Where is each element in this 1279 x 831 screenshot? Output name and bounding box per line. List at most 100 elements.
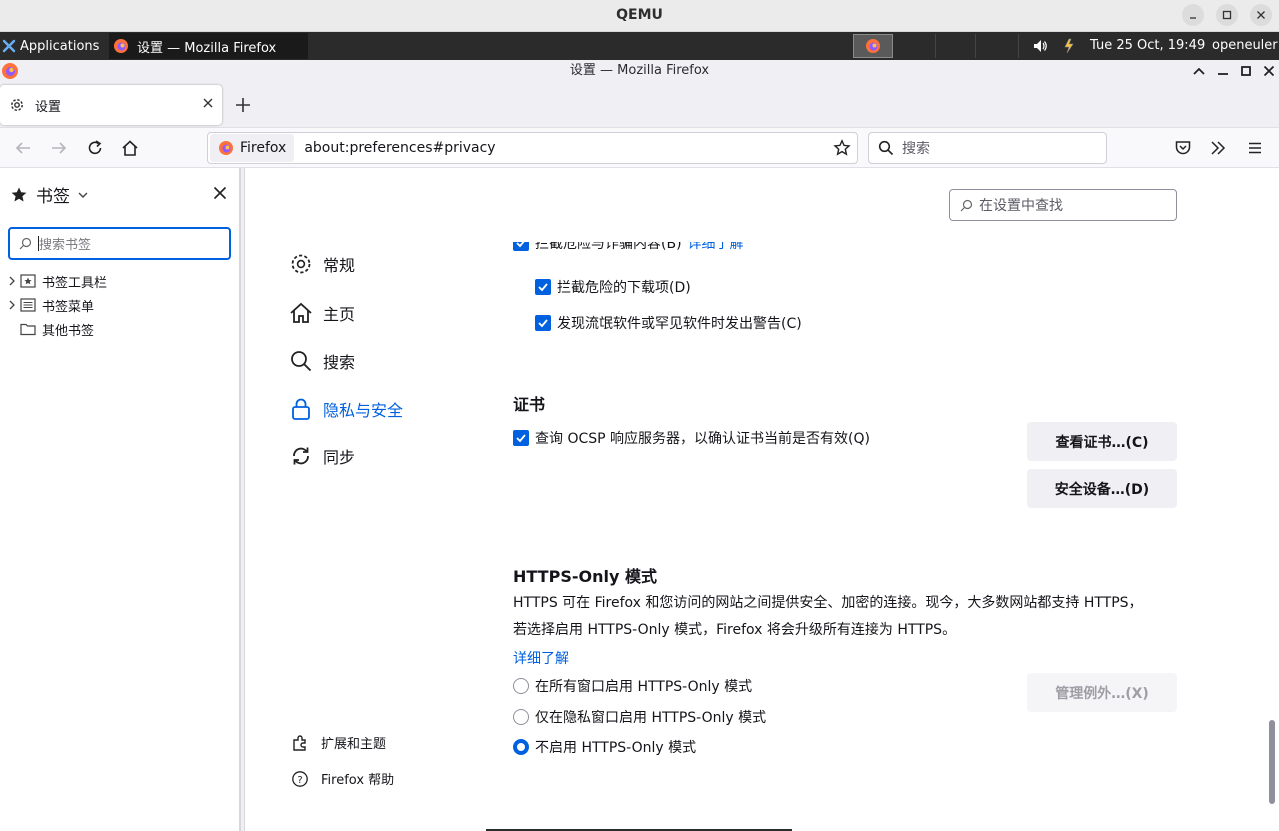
learn-more-link[interactable]: 详细了解 bbox=[688, 242, 744, 253]
workspace-divider bbox=[1018, 34, 1019, 58]
category-privacy-security[interactable]: 隐私与安全 bbox=[289, 393, 403, 425]
bookmarks-toolbar-icon bbox=[18, 274, 38, 288]
applications-menu[interactable]: Applications ⋮ bbox=[0, 32, 116, 60]
search-icon bbox=[291, 351, 312, 372]
clock[interactable]: Tue 25 Oct, 19:49 bbox=[1090, 32, 1205, 60]
checkbox-ocsp[interactable] bbox=[513, 430, 529, 446]
security-devices-button[interactable]: 安全设备…(D) bbox=[1027, 469, 1177, 508]
firefox-icon bbox=[866, 39, 880, 53]
hamburger-icon bbox=[1249, 142, 1261, 154]
firefox-help-link[interactable]: ? Firefox 帮助 bbox=[291, 769, 394, 788]
sidebar-close-button[interactable] bbox=[213, 186, 227, 200]
home-button[interactable] bbox=[121, 139, 139, 157]
radio-option-private-windows[interactable]: 仅在隐私窗口启用 HTTPS-Only 模式 bbox=[513, 707, 766, 727]
reload-button[interactable] bbox=[86, 139, 104, 157]
chevron-right-icon[interactable] bbox=[0, 276, 18, 286]
option-label: 发现流氓软件或罕见软件时发出警告(C) bbox=[557, 316, 802, 332]
pocket-button[interactable] bbox=[1174, 139, 1192, 157]
overflow-menu-button[interactable] bbox=[1210, 140, 1226, 156]
category-general[interactable]: 常规 bbox=[289, 248, 355, 280]
tab-label: 设置 bbox=[35, 99, 62, 115]
certificates-heading: 证书 bbox=[513, 395, 546, 414]
close-window-button[interactable] bbox=[1250, 4, 1272, 26]
sidebar-switcher[interactable]: 书签 bbox=[10, 182, 88, 207]
new-tab-button[interactable] bbox=[233, 95, 253, 115]
category-sync[interactable]: 同步 bbox=[289, 440, 355, 472]
app-menu-button[interactable] bbox=[1247, 140, 1263, 156]
radio-disabled[interactable] bbox=[513, 739, 529, 755]
bookmarks-menu-icon bbox=[18, 298, 38, 312]
tree-item-bookmarks-menu[interactable]: 书签菜单 bbox=[0, 293, 94, 317]
firefox-icon bbox=[114, 39, 128, 53]
applications-icon bbox=[2, 39, 16, 53]
workspace-preview[interactable] bbox=[853, 34, 893, 58]
search-bar[interactable]: 搜索 bbox=[868, 132, 1107, 164]
back-button[interactable] bbox=[14, 140, 32, 156]
forward-button[interactable] bbox=[50, 140, 68, 156]
maximize-button[interactable] bbox=[1216, 4, 1238, 26]
bookmarks-search-placeholder: 搜索书签 bbox=[39, 238, 92, 253]
folder-icon bbox=[18, 322, 38, 336]
chevron-double-right-icon bbox=[1211, 141, 1226, 155]
minimize-button[interactable] bbox=[1182, 4, 1204, 26]
taskbar-window-firefox[interactable]: 设置 — Mozilla Firefox bbox=[109, 33, 308, 59]
close-tab-icon[interactable] bbox=[202, 97, 214, 109]
maximize-icon[interactable] bbox=[1240, 65, 1252, 77]
checkbox-block-downloads[interactable] bbox=[535, 279, 551, 295]
tree-item-bookmarks-toolbar[interactable]: 书签工具栏 bbox=[0, 269, 107, 293]
https-learn-more-link[interactable]: 详细了解 bbox=[513, 648, 569, 668]
close-icon[interactable] bbox=[1263, 65, 1275, 77]
option-ocsp[interactable]: 查询 OCSP 响应服务器，以确认证书当前是否有效(Q) bbox=[513, 428, 870, 448]
preferences-page: 在设置中查找 常规 主页 搜索 隐私与安全 同步 扩展和主题 ? Firefox… bbox=[245, 168, 1279, 831]
category-label: 搜索 bbox=[323, 353, 356, 372]
radio-all-windows[interactable] bbox=[513, 678, 529, 694]
window-title: 设置 — Mozilla Firefox bbox=[569, 63, 710, 78]
help-icon: ? bbox=[292, 770, 308, 787]
identity-label: Firefox bbox=[240, 140, 287, 156]
radio-private-windows[interactable] bbox=[513, 709, 529, 725]
description-line: 若选择启用 HTTPS-Only 模式，Firefox 将会升级所有连接为 HT… bbox=[513, 622, 957, 638]
bookmarks-search-input[interactable]: 搜索书签 bbox=[8, 227, 231, 260]
applications-label: Applications bbox=[20, 38, 100, 54]
option-block-downloads[interactable]: 拦截危险的下载项(D) bbox=[535, 277, 691, 297]
minimize-icon[interactable] bbox=[1217, 66, 1229, 76]
radio-option-disabled[interactable]: 不启用 HTTPS-Only 模式 bbox=[513, 737, 696, 757]
settings-find-placeholder: 在设置中查找 bbox=[979, 198, 1063, 214]
puzzle-icon bbox=[293, 734, 306, 751]
category-home[interactable]: 主页 bbox=[289, 297, 355, 329]
tab-settings[interactable]: 设置 bbox=[0, 85, 222, 125]
user-name[interactable]: openeuler bbox=[1212, 32, 1278, 60]
chevron-right-icon[interactable] bbox=[0, 300, 18, 310]
radio-option-all-windows[interactable]: 在所有窗口启用 HTTPS-Only 模式 bbox=[513, 676, 752, 696]
chevron-up-icon[interactable] bbox=[1193, 66, 1205, 76]
pocket-icon bbox=[1175, 141, 1191, 155]
view-certificates-button[interactable]: 查看证书…(C) bbox=[1027, 422, 1177, 461]
extensions-label: 扩展和主题 bbox=[321, 737, 387, 752]
category-search[interactable]: 搜索 bbox=[289, 345, 355, 377]
help-label: Firefox 帮助 bbox=[321, 773, 395, 788]
star-icon[interactable] bbox=[833, 139, 851, 157]
bookmarks-sidebar: 书签 搜索书签 书签工具栏 书签菜单 其他书签 bbox=[0, 168, 240, 831]
identity-box[interactable]: Firefox bbox=[210, 134, 295, 162]
power-icon[interactable] bbox=[1060, 37, 1078, 55]
category-label: 常规 bbox=[323, 256, 356, 275]
option-label: 拦截危险的下载项(D) bbox=[557, 280, 691, 296]
tree-item-other-bookmarks[interactable]: 其他书签 bbox=[0, 317, 94, 341]
settings-find-input[interactable]: 在设置中查找 bbox=[949, 189, 1177, 221]
lock-icon bbox=[292, 398, 310, 420]
extensions-themes-link[interactable]: 扩展和主题 bbox=[291, 733, 386, 752]
gear-icon bbox=[291, 254, 311, 274]
category-label: 隐私与安全 bbox=[323, 401, 404, 420]
option-warn-unwanted[interactable]: 发现流氓软件或罕见软件时发出警告(C) bbox=[535, 313, 802, 333]
volume-icon[interactable] bbox=[1032, 38, 1048, 54]
checkmark-icon bbox=[538, 319, 548, 328]
url-text[interactable]: about:preferences#privacy bbox=[304, 140, 495, 156]
url-bar[interactable]: Firefox about:preferences#privacy bbox=[207, 132, 858, 164]
tab-strip: 设置 bbox=[0, 82, 1279, 128]
scrollbar-thumb[interactable] bbox=[1269, 720, 1275, 804]
radio-label: 仅在隐私窗口启用 HTTPS-Only 模式 bbox=[535, 710, 767, 726]
manage-exceptions-button[interactable]: 管理例外…(X) bbox=[1027, 673, 1177, 712]
checkbox-block-dangerous-content[interactable] bbox=[513, 242, 529, 251]
https-only-heading: HTTPS-Only 模式 bbox=[513, 567, 657, 586]
checkbox-warn-unwanted[interactable] bbox=[535, 315, 551, 331]
